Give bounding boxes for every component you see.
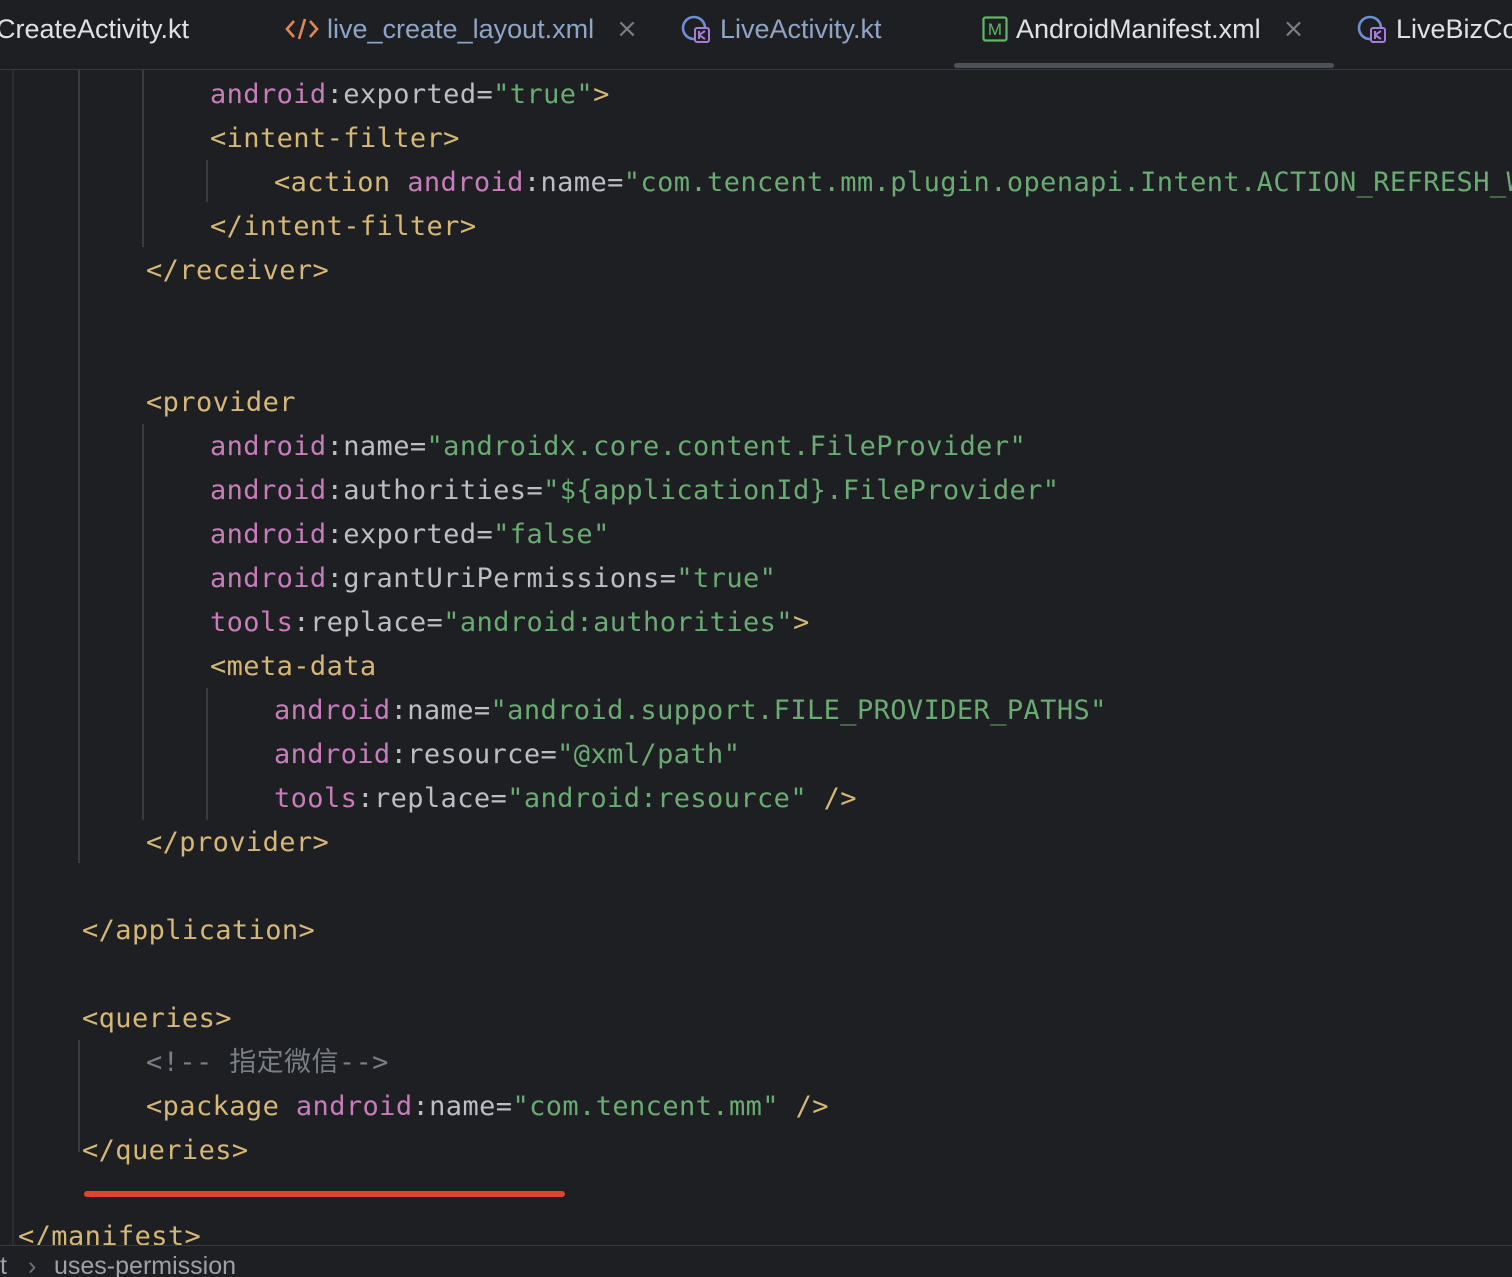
code-line: </manifest>	[18, 1221, 202, 1245]
code-line: <intent-filter>	[210, 123, 460, 154]
code-line: tools:replace="android:authorities">	[210, 607, 810, 638]
breadcrumb-item-uses-permission[interactable]: uses-permission	[54, 1252, 236, 1277]
code-line: <!-- 指定微信-->	[146, 1047, 389, 1078]
breadcrumb: t › uses-permission	[0, 1245, 1512, 1277]
code-line: </receiver>	[146, 255, 330, 286]
tab-create-activity[interactable]: CreateActivity.kt	[0, 0, 189, 58]
tab-label: LiveBizCo	[1396, 13, 1512, 44]
kotlin-class-icon	[680, 13, 712, 45]
manifest-icon-letter: M	[988, 20, 1002, 39]
red-annotation-underline	[84, 1191, 565, 1197]
code-editor[interactable]: android:exported="true"> <intent-filter>…	[0, 70, 1512, 1245]
indent-guide	[78, 1040, 80, 1152]
xml-code-icon	[285, 15, 319, 43]
indent-guide	[142, 424, 144, 820]
code-line: <package android:name="com.tencent.mm" /…	[146, 1091, 829, 1122]
indent-guide	[206, 160, 208, 202]
code-line: <meta-data	[210, 651, 377, 682]
code-line: <action android:name="com.tencent.mm.plu…	[274, 167, 1512, 198]
tab-label: LiveActivity.kt	[720, 13, 882, 44]
code-line: android:authorities="${applicationId}.Fi…	[210, 475, 1060, 506]
active-tab-indicator	[954, 63, 1334, 68]
code-line: android:grantUriPermissions="true"	[210, 563, 777, 594]
code-line: android:exported="true">	[210, 79, 610, 110]
code-line: android:name="androidx.core.content.File…	[210, 431, 1027, 462]
code-line: android:resource="@xml/path"	[274, 739, 741, 770]
tab-label: CreateActivity.kt	[0, 13, 190, 44]
close-icon[interactable]: ×	[616, 14, 638, 44]
code-line: </queries>	[82, 1135, 249, 1166]
indent-guide	[206, 688, 208, 820]
chevron-right-icon: ›	[28, 1252, 37, 1277]
tab-live-activity[interactable]: LiveActivity.kt	[680, 0, 882, 58]
tab-label: AndroidManifest.xml	[1016, 13, 1261, 44]
indent-guide	[78, 70, 80, 863]
tab-live-create-layout[interactable]: live_create_layout.xml ×	[285, 0, 638, 58]
code-line: tools:replace="android:resource" />	[274, 783, 857, 814]
code-line: </application>	[82, 915, 316, 946]
kotlin-class-icon	[1356, 13, 1388, 45]
code-line: android:name="android.support.FILE_PROVI…	[274, 695, 1107, 726]
tab-label: live_create_layout.xml	[327, 13, 595, 44]
code-line: <queries>	[82, 1003, 232, 1034]
close-icon[interactable]: ×	[1283, 14, 1305, 44]
manifest-icon: M	[982, 16, 1008, 42]
code-line: <provider	[146, 387, 296, 418]
code-line: </intent-filter>	[210, 211, 477, 242]
tab-live-biz[interactable]: LiveBizCo	[1356, 0, 1512, 58]
gutter-divider	[12, 70, 14, 1245]
breadcrumb-root[interactable]: t	[0, 1252, 7, 1277]
code-line: </provider>	[146, 827, 330, 858]
code-line: android:exported="false"	[210, 519, 610, 550]
editor-tab-bar: CreateActivity.kt live_create_layout.xml…	[0, 0, 1512, 70]
tab-android-manifest[interactable]: M AndroidManifest.xml ×	[982, 0, 1304, 58]
indent-guide	[142, 70, 144, 247]
